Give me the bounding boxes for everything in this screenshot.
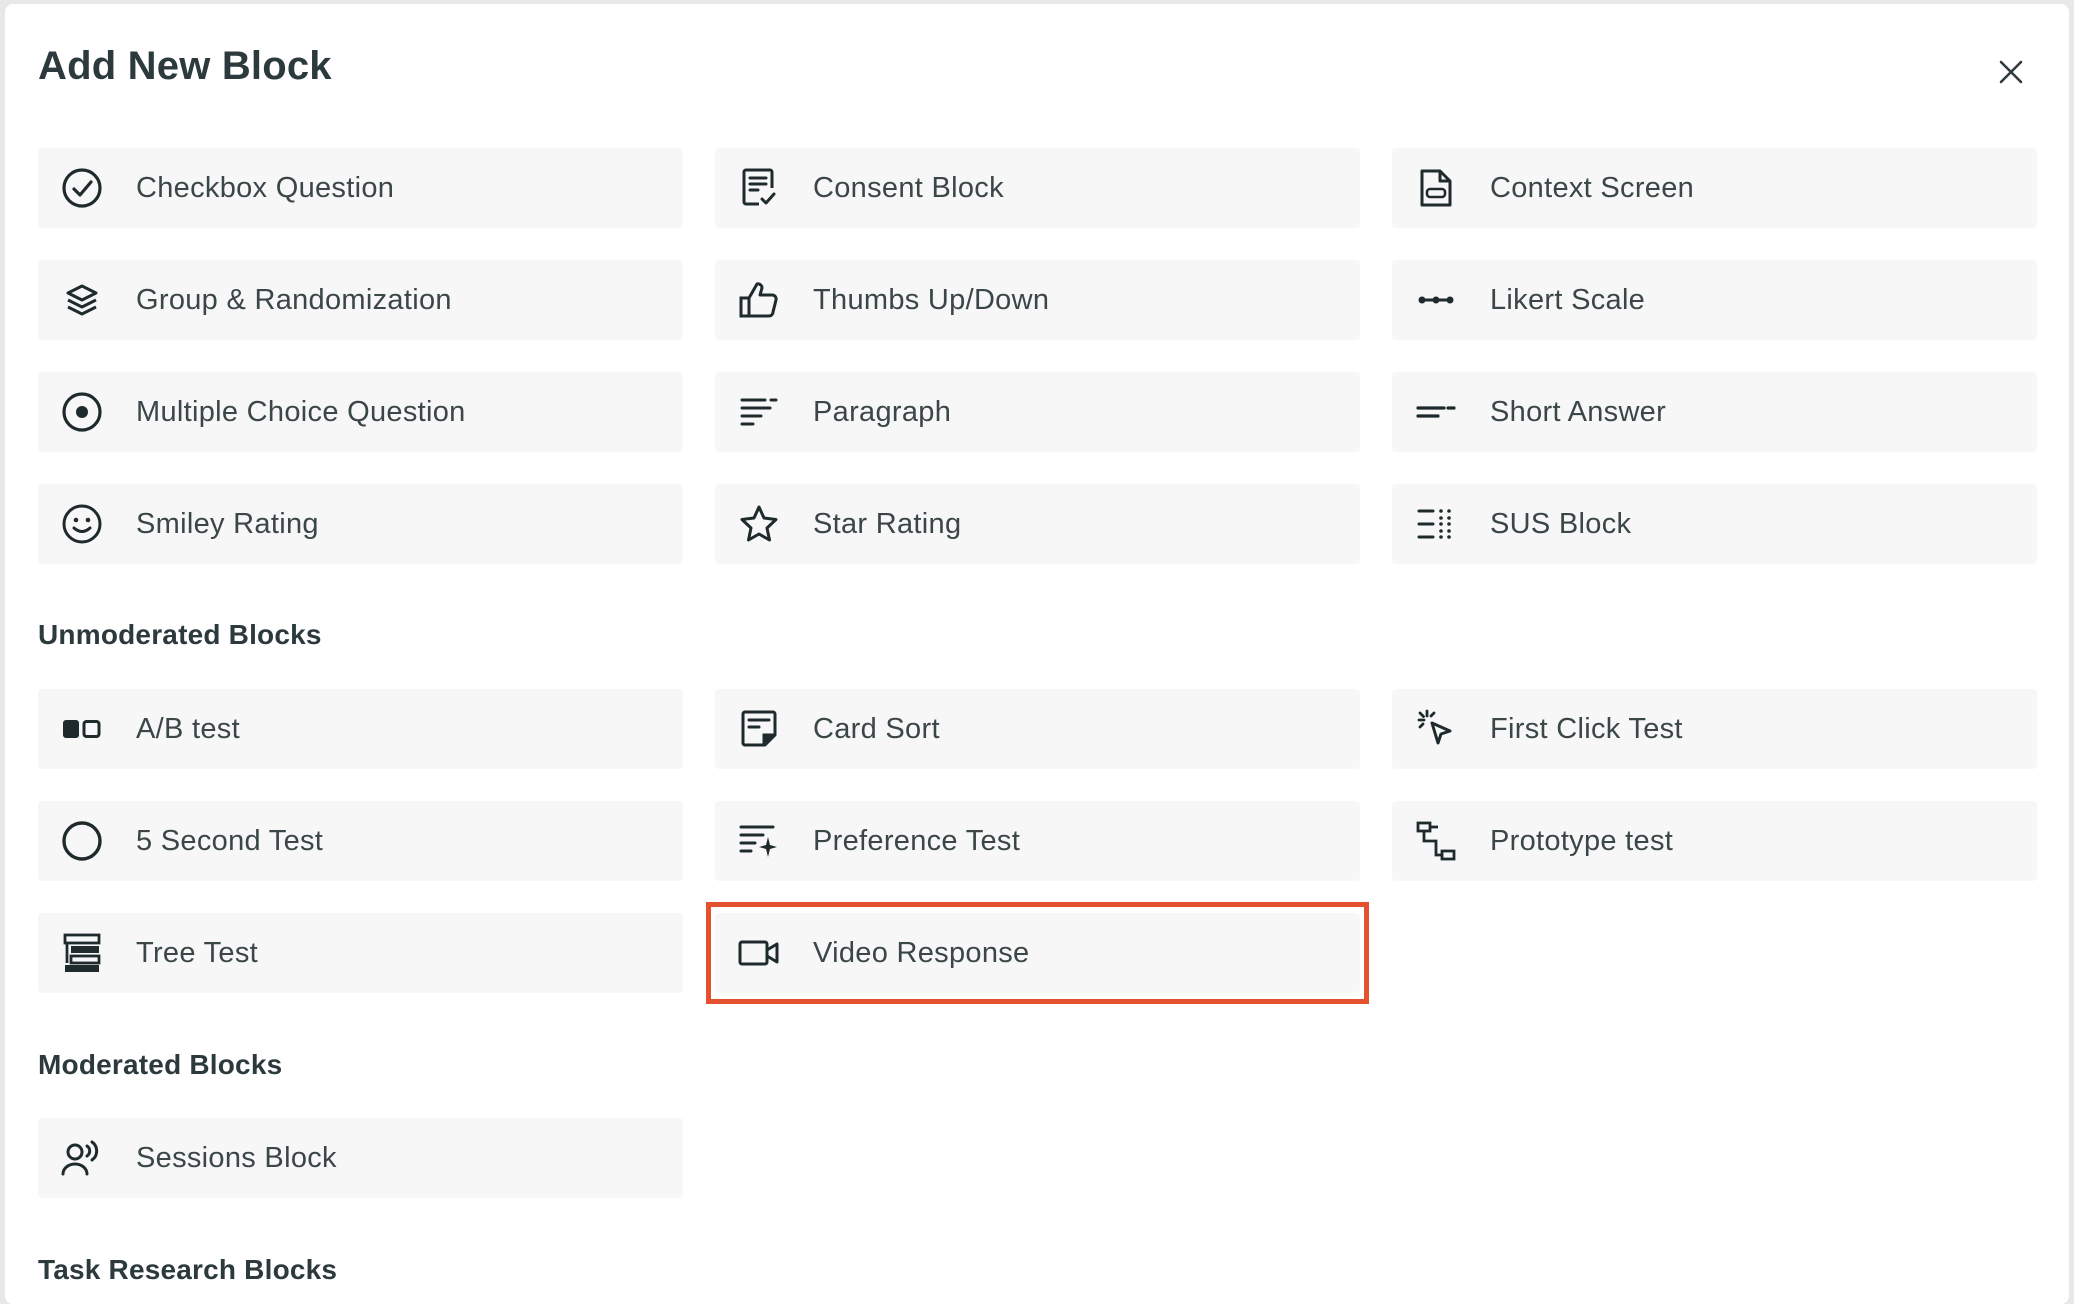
person-speaking-icon xyxy=(58,1134,106,1182)
sparkle-lines-icon xyxy=(735,817,783,865)
block-prototype-test[interactable]: Prototype test xyxy=(1392,801,2037,881)
block-likert-scale[interactable]: Likert Scale xyxy=(1392,260,2037,340)
close-button[interactable] xyxy=(1991,52,2031,92)
ab-test-icon xyxy=(58,705,106,753)
block-consent[interactable]: Consent Block xyxy=(715,148,1360,228)
block-ab-test[interactable]: A/B test xyxy=(38,689,683,769)
star-icon xyxy=(735,500,783,548)
block-video-response[interactable]: Video Response xyxy=(706,902,1369,1004)
block-label: SUS Block xyxy=(1490,507,1632,540)
highlight-box xyxy=(706,902,1369,1004)
block-sessions[interactable]: Sessions Block xyxy=(38,1118,683,1198)
block-label: Paragraph xyxy=(813,395,952,428)
block-label: Card Sort xyxy=(813,712,940,745)
block-label: 5 Second Test xyxy=(136,824,324,857)
prototype-flow-icon xyxy=(1412,817,1460,865)
block-label: Consent Block xyxy=(813,171,1004,204)
block-group-randomization[interactable]: Group & Randomization xyxy=(38,260,683,340)
block-label: Thumbs Up/Down xyxy=(813,283,1050,316)
block-label: Checkbox Question xyxy=(136,171,395,204)
block-context-screen[interactable]: Context Screen xyxy=(1392,148,2037,228)
block-thumbs[interactable]: Thumbs Up/Down xyxy=(715,260,1360,340)
layers-icon xyxy=(58,276,106,324)
block-smiley-rating[interactable]: Smiley Rating xyxy=(38,484,683,564)
block-label: Sessions Block xyxy=(136,1141,337,1174)
block-5-second-test[interactable]: 5 Second Test xyxy=(38,801,683,881)
block-label: Group & Randomization xyxy=(136,283,452,316)
section-heading-unmoderated: Unmoderated Blocks xyxy=(38,619,322,650)
block-label: Multiple Choice Question xyxy=(136,395,466,428)
block-card-sort[interactable]: Card Sort xyxy=(715,689,1360,769)
radio-button-icon xyxy=(58,388,106,436)
block-paragraph[interactable]: Paragraph xyxy=(715,372,1360,452)
paragraph-lines-icon xyxy=(735,388,783,436)
block-star-rating[interactable]: Star Rating xyxy=(715,484,1360,564)
section-heading-moderated: Moderated Blocks xyxy=(38,1049,283,1080)
checkbox-circle-icon xyxy=(58,164,106,212)
block-first-click[interactable]: First Click Test xyxy=(1392,689,2037,769)
add-block-modal: Add New Block Checkbox Question Consent … xyxy=(5,4,2069,1304)
moderated-blocks-grid: Sessions Block xyxy=(38,1118,2038,1198)
block-multiple-choice[interactable]: Multiple Choice Question xyxy=(38,372,683,452)
modal-title: Add New Block xyxy=(38,44,332,88)
short-answer-icon xyxy=(1412,388,1460,436)
block-preference-test[interactable]: Preference Test xyxy=(715,801,1360,881)
block-label: First Click Test xyxy=(1490,712,1683,745)
block-checkbox-question[interactable]: Checkbox Question xyxy=(38,148,683,228)
circle-icon xyxy=(58,817,106,865)
smiley-icon xyxy=(58,500,106,548)
block-tree-test[interactable]: Tree Test xyxy=(38,913,683,993)
consent-document-icon xyxy=(735,164,783,212)
tree-list-icon xyxy=(58,929,106,977)
block-label: Likert Scale xyxy=(1490,283,1646,316)
block-sus[interactable]: SUS Block xyxy=(1392,484,2037,564)
sus-list-icon xyxy=(1412,500,1460,548)
card-sort-icon xyxy=(735,705,783,753)
block-short-answer[interactable]: Short Answer xyxy=(1392,372,2037,452)
block-label: Prototype test xyxy=(1490,824,1674,857)
block-label: Video Response xyxy=(813,936,1030,969)
thumbs-up-icon xyxy=(735,276,783,324)
likert-dots-icon xyxy=(1412,276,1460,324)
unmoderated-blocks-grid: A/B test Card Sort First Click Test 5 Se… xyxy=(38,689,2038,1004)
block-label: Star Rating xyxy=(813,507,962,540)
context-document-icon xyxy=(1412,164,1460,212)
block-label: Tree Test xyxy=(136,936,258,969)
close-icon xyxy=(1999,60,2023,84)
video-camera-icon xyxy=(735,929,783,977)
block-label: Preference Test xyxy=(813,824,1021,857)
basic-blocks-grid: Checkbox Question Consent Block Context … xyxy=(38,148,2038,564)
block-label: Context Screen xyxy=(1490,171,1695,204)
click-cursor-icon xyxy=(1412,705,1460,753)
section-heading-task-research: Task Research Blocks xyxy=(38,1254,338,1285)
block-label: Smiley Rating xyxy=(136,507,319,540)
block-label: A/B test xyxy=(136,712,240,745)
block-label: Short Answer xyxy=(1490,395,1667,428)
